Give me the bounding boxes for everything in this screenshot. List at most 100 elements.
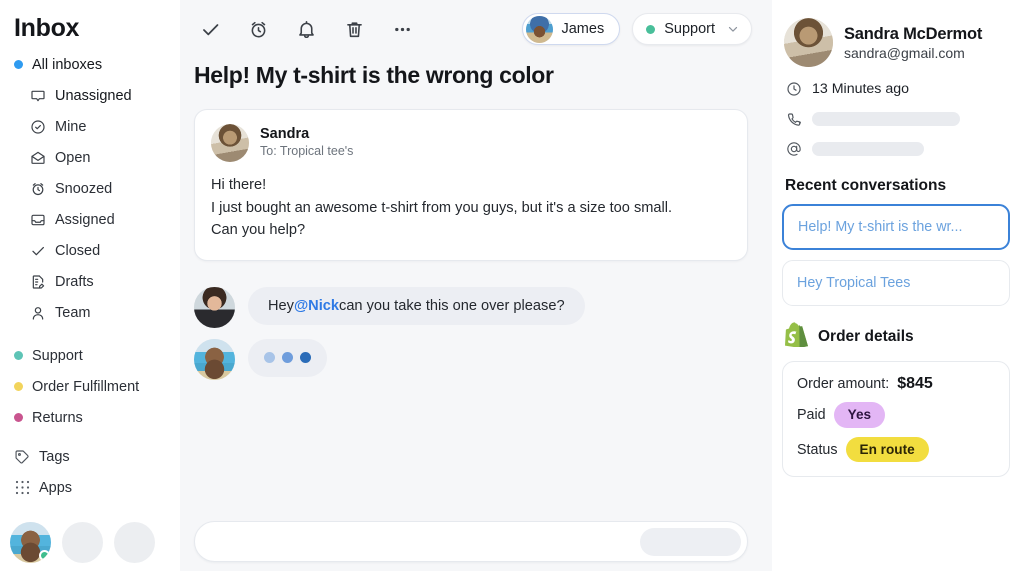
page-title: Inbox bbox=[14, 14, 80, 42]
sidebar-item-label: Assigned bbox=[55, 211, 115, 228]
conversation-pane: James Support Help! My t-shirt is the wr… bbox=[180, 0, 772, 571]
sidebar-item-snoozed[interactable]: Snoozed bbox=[0, 173, 180, 204]
order-paid-label: Paid bbox=[797, 406, 826, 423]
snooze-icon[interactable] bbox=[242, 13, 274, 45]
sidebar-item-label: All inboxes bbox=[32, 56, 103, 73]
sidebar-item-label: Support bbox=[32, 347, 83, 364]
shopify-icon bbox=[785, 322, 808, 352]
placeholder-avatar-2[interactable] bbox=[114, 522, 155, 563]
last-activity-time: 13 Minutes ago bbox=[812, 80, 910, 97]
team-label: Support bbox=[664, 21, 715, 37]
sidebar-item-label: Returns bbox=[32, 409, 83, 426]
placeholder-avatar-1[interactable] bbox=[62, 522, 103, 563]
order-status-label: Status bbox=[797, 441, 838, 458]
typing-indicator-row bbox=[194, 338, 748, 380]
check-circle-icon bbox=[30, 119, 46, 135]
composer-container bbox=[194, 521, 748, 562]
send-button-placeholder[interactable] bbox=[640, 527, 741, 556]
message-sender-block: Sandra To: Tropical tee's bbox=[260, 125, 353, 161]
sidebar-item-drafts[interactable]: Drafts bbox=[0, 266, 180, 297]
sidebar-item-apps[interactable]: Apps bbox=[0, 472, 180, 503]
sidebar-item-order-fulfillment[interactable]: Order Fulfillment bbox=[0, 371, 180, 402]
typing-indicator-bubble bbox=[248, 338, 327, 377]
tag-icon bbox=[14, 449, 30, 465]
nick-avatar-thread bbox=[194, 338, 235, 380]
message-thread: Sandra To: Tropical tee's Hi there! I ju… bbox=[180, 89, 772, 380]
sidebar-item-returns[interactable]: Returns bbox=[0, 402, 180, 433]
sidebar-item-support[interactable]: Support bbox=[0, 340, 180, 371]
contact-details-panel: Sandra McDermot sandra@gmail.com 13 Minu… bbox=[772, 0, 1024, 571]
sidebar-item-label: Drafts bbox=[55, 273, 94, 290]
team-selector[interactable]: Support bbox=[632, 13, 752, 45]
clock-icon bbox=[785, 80, 802, 97]
sidebar-item-label: Order Fulfillment bbox=[32, 378, 140, 395]
kate-avatar bbox=[194, 286, 235, 328]
typing-dot-icon bbox=[282, 352, 293, 364]
message-composer[interactable] bbox=[194, 521, 748, 562]
chat-bubble-icon bbox=[30, 88, 46, 104]
message-input[interactable] bbox=[213, 533, 640, 550]
order-amount-label: Order amount: bbox=[797, 376, 890, 392]
avatar-photo bbox=[194, 286, 235, 328]
sidebar-divider-space-2 bbox=[0, 433, 180, 441]
notifications-icon[interactable] bbox=[290, 13, 322, 45]
avatar-photo bbox=[194, 338, 235, 380]
assignee-selector[interactable]: James bbox=[522, 13, 621, 45]
sidebar-item-label: Team bbox=[55, 304, 91, 321]
avatar-photo bbox=[526, 15, 554, 43]
sidebar-avatar-row bbox=[10, 522, 155, 563]
customer-message-card: Sandra To: Tropical tee's Hi there! I ju… bbox=[194, 109, 748, 261]
check-icon bbox=[30, 243, 46, 259]
message-line: Hi there! bbox=[211, 177, 267, 193]
sidebar-item-label: Tags bbox=[39, 448, 70, 465]
avatar-photo bbox=[784, 18, 833, 67]
grid-dots-icon bbox=[14, 480, 30, 496]
avatar-photo bbox=[211, 124, 249, 162]
recent-conversation-item-active[interactable]: Help! My t-shirt is the wr... bbox=[782, 204, 1010, 250]
sidebar-item-label: Closed bbox=[55, 242, 101, 259]
open-envelope-icon bbox=[30, 150, 46, 166]
conversation-subject: Help! My t-shirt is the wrong color bbox=[194, 62, 554, 88]
sidebar-item-label: Mine bbox=[55, 118, 87, 135]
chevron-down-icon bbox=[726, 22, 740, 36]
message-recipient: To: Tropical tee's bbox=[260, 144, 354, 159]
sidebar-item-label: Open bbox=[55, 149, 91, 166]
sidebar-item-closed[interactable]: Closed bbox=[0, 235, 180, 266]
sidebar-item-unassigned[interactable]: Unassigned bbox=[0, 80, 180, 111]
note-text-before: Hey bbox=[268, 297, 294, 314]
james-avatar bbox=[526, 15, 554, 43]
sidebar-item-open[interactable]: Open bbox=[0, 142, 180, 173]
contact-email: sandra@gmail.com bbox=[844, 44, 965, 61]
paid-badge: Yes bbox=[833, 402, 886, 428]
team-color-dot-icon bbox=[14, 351, 23, 360]
team-status-dot-icon bbox=[646, 24, 656, 34]
contact-name: Sandra McDermot bbox=[844, 24, 983, 43]
order-status-row: Status En route bbox=[797, 436, 995, 463]
close-conversation-icon[interactable] bbox=[194, 13, 226, 45]
assignee-label: James bbox=[561, 21, 605, 37]
last-activity-row: 13 Minutes ago bbox=[782, 80, 1010, 97]
internal-note-row: Hey @Nick can you take this one over ple… bbox=[194, 286, 748, 328]
sidebar-item-mine[interactable]: Mine bbox=[0, 111, 180, 142]
recent-conversations-title: Recent conversations bbox=[785, 177, 947, 194]
phone-row bbox=[782, 110, 1010, 127]
sidebar-item-assigned[interactable]: Assigned bbox=[0, 204, 180, 235]
sidebar-item-tags[interactable]: Tags bbox=[0, 441, 180, 472]
sidebar-item-all-inboxes[interactable]: All inboxes bbox=[0, 49, 180, 80]
handle-value-hidden bbox=[812, 141, 924, 156]
team-color-dot-icon bbox=[14, 413, 23, 422]
sidebar-item-team[interactable]: Team bbox=[0, 297, 180, 328]
mention-chip[interactable]: @Nick bbox=[294, 298, 339, 314]
message-header: Sandra To: Tropical tee's bbox=[211, 124, 731, 162]
message-line: Can you help? bbox=[211, 222, 306, 239]
typing-dot-icon bbox=[300, 352, 311, 364]
sidebar-divider-space bbox=[0, 328, 180, 340]
contact-identity: Sandra McDermot sandra@gmail.com bbox=[844, 25, 982, 61]
order-details-header: Order details bbox=[785, 322, 1010, 352]
message-sender-name: Sandra bbox=[260, 126, 310, 143]
nick-avatar[interactable] bbox=[10, 522, 51, 563]
sidebar: Inbox All inboxes Unassigned Mine Open S… bbox=[0, 0, 180, 571]
recent-conversation-item[interactable]: Hey Tropical Tees bbox=[782, 260, 1010, 306]
more-options-icon[interactable] bbox=[386, 13, 418, 45]
delete-icon[interactable] bbox=[338, 13, 370, 45]
